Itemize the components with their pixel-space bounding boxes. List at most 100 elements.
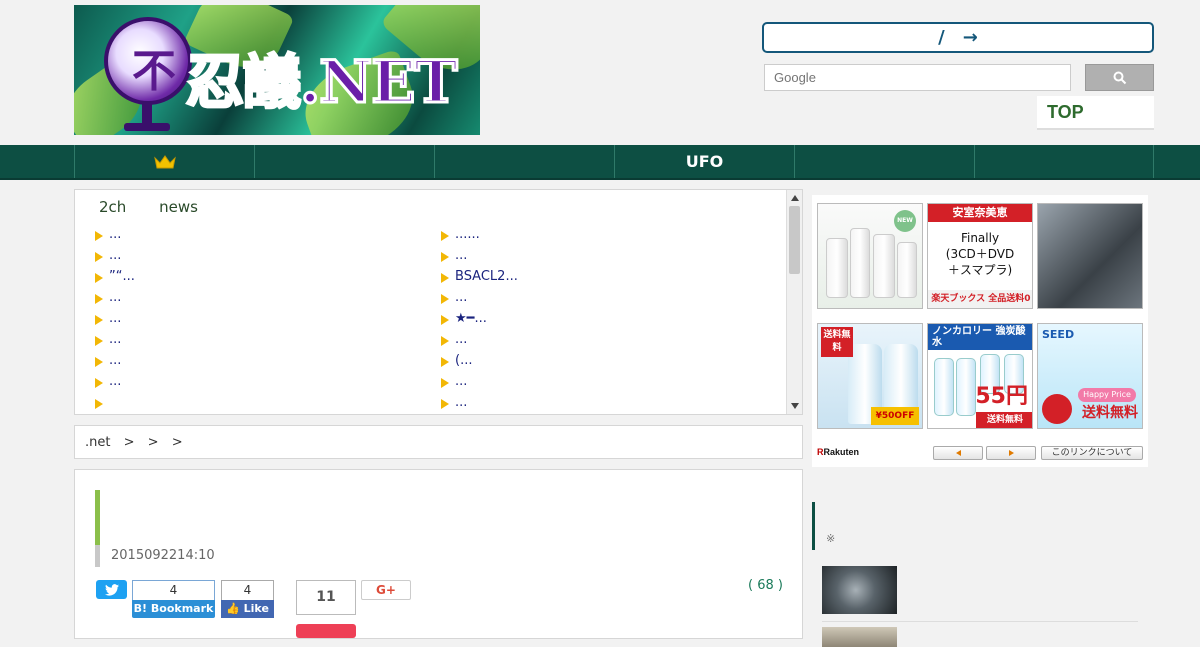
nav-item-3[interactable] [434, 145, 614, 178]
list-item[interactable]: ... [95, 329, 135, 350]
bottle-image [850, 228, 870, 298]
nav-item-6[interactable] [974, 145, 1154, 178]
logo-text: 忍議.NET [185, 47, 460, 118]
article-card: 2015092214:10 4 B! Bookmark 4 👍 Like 11 … [74, 469, 803, 639]
bullet-icon [95, 356, 103, 367]
arrow-right-icon: → [962, 27, 978, 48]
feed-tabs: 2ch news [99, 198, 226, 216]
ad-subtitle: ＋スマプラ) [947, 263, 1013, 277]
hatena-bookmark-button[interactable]: 4 B! Bookmark [132, 580, 215, 618]
bottle-image [934, 358, 954, 416]
feed-list-left: ... ... ”“... ... ... ... ... ... [95, 224, 135, 413]
list-item[interactable]: ... [95, 287, 135, 308]
ad-item-water[interactable]: 送料無料 ¥50OFF [817, 323, 923, 429]
list-item[interactable]: ... [441, 287, 518, 308]
divider [822, 621, 1138, 622]
rakuten-logo[interactable]: RRakuten [817, 447, 859, 457]
happy-price-badge: Happy Price [1078, 388, 1136, 402]
news-feed-box: 2ch news ... ... ”“... ... ... ... ... .… [74, 189, 803, 415]
about-link-button[interactable]: このリンクについて [1041, 446, 1143, 460]
facebook-like-label: 👍 Like [221, 600, 274, 618]
bullet-icon [441, 272, 449, 283]
ad-footer: 楽天ブックス 全品送料0円 [928, 290, 1032, 308]
tab-2ch[interactable]: 2ch [99, 198, 126, 216]
breadcrumb: .net > > > [74, 425, 803, 459]
list-item[interactable]: ... [95, 245, 135, 266]
list-item[interactable] [95, 392, 135, 413]
facebook-count: 4 [221, 580, 274, 600]
article-thumbnail[interactable] [822, 627, 897, 647]
bullet-icon [95, 251, 103, 262]
ad-header: 安室奈美恵 [928, 204, 1032, 222]
nav-jump-slash: / [938, 27, 945, 48]
nav-item-ranking[interactable] [74, 145, 254, 178]
ad-title: Finally [960, 231, 1000, 245]
bullet-icon [95, 230, 103, 241]
bottle-image [826, 238, 848, 298]
nav-item-2[interactable] [254, 145, 434, 178]
facebook-like-button[interactable]: 4 👍 Like [221, 580, 274, 618]
list-item[interactable]: ”“... [95, 266, 135, 287]
hatena-label: B! Bookmark [132, 600, 215, 618]
ad-header: ノンカロリー 強炭酸水 [928, 324, 1032, 350]
search-button[interactable] [1085, 64, 1154, 91]
globe-base [124, 123, 170, 131]
list-item[interactable]: ★━... [441, 308, 518, 329]
nav-item-5[interactable] [794, 145, 974, 178]
list-item[interactable]: ... [95, 371, 135, 392]
ad-next-button[interactable] [986, 446, 1036, 460]
article-thumbnail[interactable] [822, 566, 897, 614]
feed-scrollbar[interactable] [786, 190, 802, 414]
bullet-icon [441, 314, 449, 325]
ad-item-contacts[interactable]: SEED Happy Price 送料無料 [1037, 323, 1143, 429]
bullet-icon [95, 293, 103, 304]
pocket-save-button[interactable] [296, 624, 356, 638]
free-shipping-badge: 送料無料 [821, 327, 853, 357]
hatena-count: 4 [132, 580, 215, 600]
arrow-left-icon [955, 450, 961, 456]
search-input[interactable] [765, 65, 1070, 90]
nav-item-ufo[interactable]: UFO [614, 145, 794, 178]
google-plus-button[interactable]: G+ [361, 580, 411, 600]
ad-item-album[interactable]: 安室奈美恵 Finally (3CD＋DVD ＋スマプラ) 楽天ブックス 全品送… [927, 203, 1033, 309]
list-item[interactable]: BSACL2... [441, 266, 518, 287]
ad-item-soda[interactable]: ノンカロリー 強炭酸水 55円 送料無料 [927, 323, 1033, 429]
bullet-icon [95, 377, 103, 388]
list-item[interactable]: ... [441, 245, 518, 266]
list-item[interactable]: ... [95, 350, 135, 371]
breadcrumb-home[interactable]: .net [85, 435, 110, 450]
sidebar-widget: ※ [812, 502, 1148, 647]
bottle-image [873, 234, 895, 298]
list-item[interactable]: ... [441, 392, 518, 413]
tab-news[interactable]: news [159, 198, 198, 216]
bottle-image [956, 358, 976, 416]
search-icon [1113, 71, 1126, 84]
list-item[interactable]: ...... [441, 224, 518, 245]
ad-item-fabric[interactable] [1037, 203, 1143, 309]
ad-prev-button[interactable] [933, 446, 983, 460]
coupon-badge: ¥50OFF [871, 407, 919, 425]
list-item[interactable]: ... [441, 329, 518, 350]
top-link[interactable]: TOP [1037, 96, 1154, 130]
list-item[interactable]: ... [95, 224, 135, 245]
list-item[interactable]: ... [441, 371, 518, 392]
feed-list-right: ...... ... BSACL2... ... ★━... ... (... … [441, 224, 518, 413]
site-logo[interactable]: 不 忍議.NET [74, 5, 480, 135]
ad-item-bottles[interactable]: NEW [817, 203, 923, 309]
list-item[interactable]: ... [95, 308, 135, 329]
google-search-field[interactable] [764, 64, 1071, 91]
list-item[interactable]: (... [441, 350, 518, 371]
article-date: 2015092214:10 [111, 548, 215, 563]
bullet-icon [441, 293, 449, 304]
widget-accent-bar [812, 502, 815, 550]
comment-count[interactable]: ( 68 ) [748, 578, 783, 593]
bullet-icon [441, 335, 449, 346]
bullet-icon [95, 335, 103, 346]
nav-jump-box[interactable]: / → [762, 22, 1154, 53]
scroll-up-icon[interactable] [791, 195, 799, 201]
brand-label: SEED [1042, 328, 1075, 341]
twitter-share-button[interactable] [96, 580, 127, 599]
scroll-thumb[interactable] [789, 206, 800, 274]
scroll-down-icon[interactable] [791, 403, 799, 409]
shipping-badge-icon [1042, 394, 1072, 424]
